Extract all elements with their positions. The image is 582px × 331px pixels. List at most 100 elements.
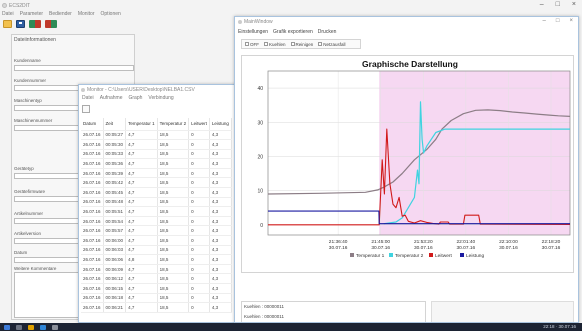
table-cell: 0	[188, 293, 210, 304]
app-titlebar: ECS2DIT	[2, 1, 30, 10]
table-row[interactable]: 26.07.16 00:05:51 4,7 18,5 0 4,3	[81, 206, 232, 217]
monitor-menu-datei[interactable]: Datei	[82, 95, 94, 103]
table-cell: 18,5	[157, 254, 190, 265]
table-cell: 0	[188, 216, 210, 227]
console-output: Kuehlen : 00000011 Kuehlen : 00000011	[241, 301, 426, 322]
mainwindow-logo-icon	[238, 20, 242, 24]
menu-einstellungen[interactable]: Einstellungen	[238, 29, 268, 35]
table-row[interactable]: 26.07.16 00:05:39 4,7 18,5 0 4,3	[81, 168, 232, 179]
table-cell: 00:06:12	[103, 273, 127, 284]
table-cell: 4,7	[125, 235, 158, 246]
table-cell: 00:05:33	[103, 149, 127, 160]
save-icon[interactable]	[16, 20, 25, 28]
table-cell: 18,5	[157, 149, 190, 160]
table-row[interactable]: 26.07.16 00:05:57 4,7 18,5 0 4,3	[81, 225, 232, 237]
monitor-logo-icon	[81, 88, 85, 92]
explorer-icon[interactable]	[28, 324, 34, 330]
column-header[interactable]: Leistung	[209, 118, 232, 131]
table-header-row: Datum Zeit Temperatur 1 Temperatur 2 Lei…	[81, 118, 232, 131]
mode-reinigen[interactable]: Reinigen	[290, 42, 313, 47]
app-icon[interactable]	[52, 324, 58, 330]
table-cell: 00:06:18	[103, 293, 127, 304]
kundenname-field[interactable]	[14, 65, 134, 71]
table-cell: 26.07.16	[81, 273, 104, 284]
table-cell: 4,3	[209, 130, 232, 141]
mainwindow-close-button[interactable]: ×	[569, 18, 573, 24]
x-tick-label: 22:10:00	[499, 239, 518, 245]
table-cell: 18,5	[157, 273, 190, 284]
menu-bediender[interactable]: Bediender	[49, 11, 72, 17]
menu-grafik-exportieren[interactable]: Grafik exportieren	[273, 29, 313, 35]
table-row[interactable]: 26.07.16 00:06:09 4,7 18,5 0 4,3	[81, 264, 232, 275]
table-row[interactable]: 26.07.16 00:05:36 4,7 18,5 0 4,3	[81, 158, 232, 169]
status-panel	[431, 301, 574, 322]
column-header[interactable]: Temperatur 1	[125, 118, 158, 131]
table-row[interactable]: 26.07.16 00:05:42 4,7 18,5 0 4,3	[81, 177, 232, 189]
line-chart[interactable]: Graphische Darstellung 0 10 20 30 40 21:36:40…	[242, 56, 575, 274]
column-header[interactable]: Leitwert	[188, 118, 210, 131]
monitor-menu-verbindung[interactable]: Verbindung	[148, 95, 173, 103]
table-row[interactable]: 26.07.16 00:06:21 4,7 18,5 0 4,3	[81, 302, 232, 313]
table-cell: 0	[188, 264, 210, 275]
table-cell: 26.07.16	[81, 302, 104, 313]
column-header[interactable]: Temperatur 2	[157, 118, 190, 131]
table-row[interactable]: 26.07.16 00:05:48 4,7 18,5 0 4,3	[81, 197, 232, 208]
connect-icon[interactable]	[29, 20, 41, 28]
table-row[interactable]: 26.07.16 00:05:27 4,7 18,5 0 4,3	[81, 130, 232, 141]
monitor-menu-graph[interactable]: Graph	[128, 95, 142, 103]
mode-netzausfall[interactable]: Netzausfall	[318, 42, 346, 47]
menu-parameter[interactable]: Parameter	[20, 11, 43, 17]
search-icon[interactable]	[16, 324, 22, 330]
table-cell: 00:05:27	[103, 130, 127, 141]
minimize-button[interactable]: –	[540, 1, 544, 8]
browser-icon[interactable]	[40, 324, 46, 330]
start-icon[interactable]	[4, 324, 10, 330]
table-row[interactable]: 26.07.16 00:06:06 4,8 18,5 0 4,3	[81, 254, 232, 265]
menu-drucken[interactable]: Drucken	[318, 29, 337, 35]
table-row[interactable]: 26.07.16 00:05:30 4,7 18,5 0 4,3	[81, 139, 232, 150]
x-tick-label: 21:45:00	[371, 239, 390, 245]
menu-datei[interactable]: Datei	[2, 11, 14, 17]
table-row[interactable]: 26.07.16 00:05:54 4,7 18,5 0 4,3	[81, 216, 232, 227]
mode-kuehlen[interactable]: Kuehlen	[264, 42, 286, 47]
mainwindow-minimize-button[interactable]: –	[543, 18, 546, 24]
app-window-controls: – □ ×	[540, 1, 576, 8]
table-cell: 4,7	[125, 139, 158, 150]
y-tick-label: 10	[257, 189, 263, 195]
monitor-menu-aufnahme[interactable]: Aufnahme	[100, 95, 123, 103]
table-cell: 4,7	[125, 149, 158, 160]
table-row[interactable]: 26.07.16 00:05:33 4,7 18,5 0 4,3	[81, 149, 232, 160]
menu-monitor[interactable]: Monitor	[78, 11, 95, 17]
column-header[interactable]: Zeit	[103, 118, 127, 131]
table-cell: 00:05:36	[103, 158, 127, 169]
table-cell: 0	[188, 130, 210, 141]
table-cell: 0	[188, 187, 210, 198]
table-cell: 26.07.16	[81, 158, 104, 169]
column-header[interactable]: Datum	[81, 118, 104, 131]
table-row[interactable]: 26.07.16 00:06:12 4,7 18,5 0 4,3	[81, 273, 232, 284]
legend-label: Temperatur 1	[356, 253, 385, 259]
maximize-button[interactable]: □	[556, 1, 560, 8]
label-maschinentyp: Maschinentyp	[14, 98, 42, 103]
disconnect-icon[interactable]	[45, 20, 57, 28]
table-cell: 0	[188, 139, 210, 150]
table-row[interactable]: 26.07.16 00:06:15 4,7 18,5 0 4,3	[81, 283, 232, 294]
mainwindow-title: MainWindow	[244, 19, 273, 25]
table-cell: 26.07.16	[81, 130, 104, 141]
table-cell: 0	[188, 235, 210, 246]
table-row[interactable]: 26.07.16 00:05:45 4,7 18,5 0 4,3	[81, 187, 232, 198]
app-menubar: Datei Parameter Bediender Monitor Option…	[2, 11, 121, 17]
close-button[interactable]: ×	[572, 1, 576, 8]
table-row[interactable]: 26.07.16 00:06:18 4,7 18,5 0 4,3	[81, 293, 232, 304]
table-cell: 26.07.16	[81, 235, 104, 246]
open-folder-icon[interactable]	[3, 20, 12, 28]
menu-optionen[interactable]: Optionen	[101, 11, 121, 17]
table-row[interactable]: 26.07.16 00:06:00 4,7 18,5 0 4,3	[81, 235, 232, 246]
table-cell: 0	[188, 149, 210, 160]
table-cell: 00:06:09	[103, 264, 127, 275]
table-row[interactable]: 26.07.16 00:06:03 4,7 18,5 0 4,3	[81, 245, 232, 256]
mode-off[interactable]: OFF	[245, 42, 259, 47]
checkbox-icon	[264, 42, 268, 47]
mainwindow-maximize-button[interactable]: □	[556, 18, 560, 24]
record-toggle-button[interactable]	[82, 105, 90, 113]
